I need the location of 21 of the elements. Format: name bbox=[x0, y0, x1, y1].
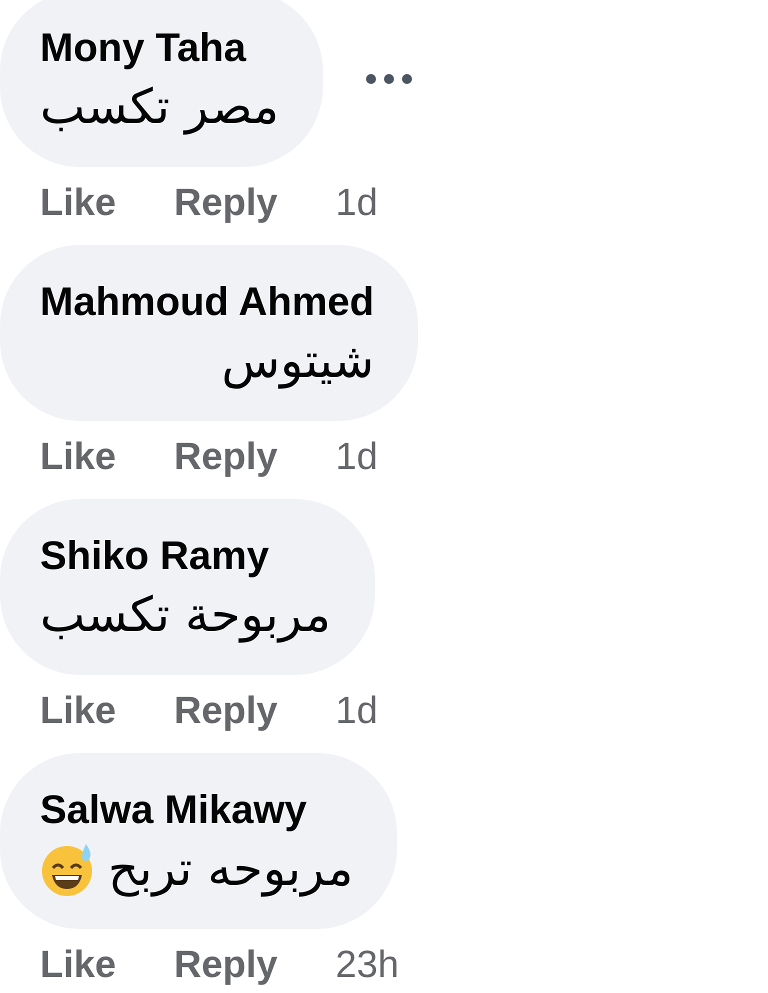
comment-time[interactable]: 23h bbox=[336, 943, 399, 987]
comment-time[interactable]: 1d bbox=[336, 689, 378, 733]
like-link[interactable]: Like bbox=[40, 943, 116, 987]
reply-link[interactable]: Reply bbox=[174, 943, 278, 987]
like-link[interactable]: Like bbox=[40, 689, 116, 733]
reply-link[interactable]: Reply bbox=[174, 435, 278, 479]
comment-text: مربوحه تربح bbox=[108, 840, 354, 899]
comment-time[interactable]: 1d bbox=[336, 181, 378, 225]
reply-link[interactable]: Reply bbox=[174, 689, 278, 733]
comment-text: شيتوس bbox=[221, 332, 374, 391]
comment-text: مصر تكسب bbox=[40, 78, 279, 137]
reply-link[interactable]: Reply bbox=[174, 181, 278, 225]
like-link[interactable]: Like bbox=[40, 435, 116, 479]
more-options-icon[interactable] bbox=[364, 73, 413, 85]
author-name[interactable]: Mony Taha bbox=[40, 21, 279, 75]
author-name[interactable]: Shiko Ramy bbox=[40, 529, 331, 583]
author-name[interactable]: Salwa Mikawy bbox=[40, 783, 354, 837]
comment-text: مربوحة تكسب bbox=[40, 586, 331, 645]
comment-time[interactable]: 1d bbox=[336, 435, 378, 479]
like-link[interactable]: Like bbox=[40, 181, 116, 225]
author-name[interactable]: Mahmoud Ahmed bbox=[40, 275, 374, 329]
